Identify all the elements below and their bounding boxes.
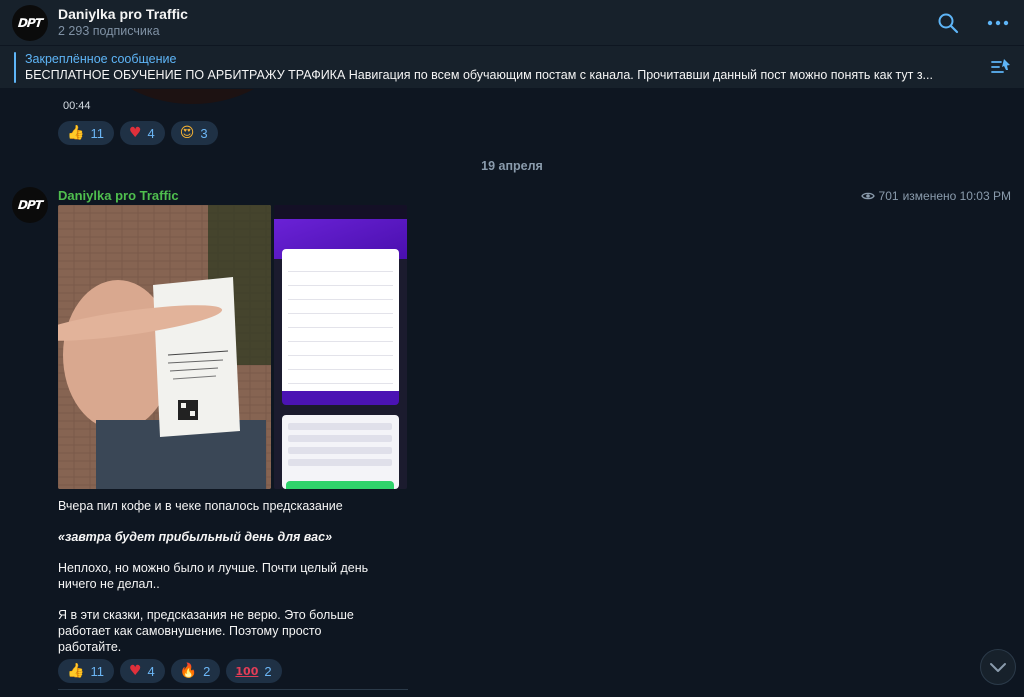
phone-status-bar (274, 205, 407, 219)
channel-logo: DPT (17, 16, 43, 30)
pinned-list-button[interactable] (990, 56, 1012, 78)
scroll-to-bottom-button[interactable] (980, 649, 1016, 685)
previous-message-time: 00:44 (63, 100, 91, 112)
reaction-count: 2 (264, 663, 272, 679)
reaction-count: 2 (203, 663, 211, 679)
reaction-heart-eyes[interactable]: 😍 3 (170, 121, 218, 145)
channel-title[interactable]: Daniylka pro Traffic (58, 6, 188, 22)
receipt-photo[interactable] (58, 205, 271, 489)
reaction-heart[interactable]: ♥ 4 (119, 659, 165, 683)
fire-icon: 🔥 (179, 663, 198, 679)
previous-reactions: 👍 11 ♥ 4 😍 3 (58, 121, 218, 145)
pinned-list-icon (991, 59, 1010, 73)
reaction-count: 4 (147, 663, 155, 679)
chat-header: DPT Daniylka pro Traffic 2 293 подписчик… (0, 0, 1024, 46)
reaction-count: 11 (90, 663, 104, 679)
reaction-like[interactable]: 👍 11 (58, 121, 114, 145)
channel-logo: DPT (17, 198, 43, 212)
search-icon (938, 13, 959, 34)
more-icon (987, 20, 1009, 26)
previous-media-edge (95, 89, 290, 104)
reaction-count: 11 (90, 125, 104, 141)
filters-panel (282, 415, 399, 489)
message-quote: «завтра будет прибыльный день для вас» (58, 530, 333, 544)
stats-card (282, 249, 399, 399)
pinned-message-bar[interactable]: Закреплённое сообщение БЕСПЛАТНОЕ ОБУЧЕН… (0, 46, 1024, 89)
reaction-count: 4 (147, 125, 155, 141)
pinned-label: Закреплённое сообщение (25, 52, 177, 66)
more-button[interactable] (984, 9, 1012, 37)
message-meta: 701 изменено 10:03 PM (860, 189, 1011, 203)
message-text-3: Неплохо, но можно было и лучше. Почти це… (58, 561, 369, 591)
message-list[interactable]: 00:44 👍 11 ♥ 4 😍 3 19 апреля DPT Daniylk… (0, 89, 1024, 697)
thumbs-up-icon: 👍 (67, 663, 85, 679)
pinned-indicator (14, 52, 16, 83)
channel-avatar[interactable]: DPT (12, 5, 48, 41)
author-avatar[interactable]: DPT (12, 187, 48, 223)
chevron-down-icon (990, 663, 1006, 672)
message-author[interactable]: Daniylka pro Traffic (58, 188, 179, 203)
dashboard-action-bar (286, 481, 394, 489)
pinned-text: БЕСПЛАТНОЕ ОБУЧЕНИЕ ПО АРБИТРАЖУ ТРАФИКА… (25, 68, 933, 82)
heart-icon: ♥ (128, 125, 142, 141)
date-separator: 19 апреля (481, 159, 543, 173)
view-count: 701 (878, 189, 899, 203)
reaction-fire[interactable]: 🔥 2 (170, 659, 221, 683)
thumbs-up-icon: 👍 (67, 125, 85, 141)
reaction-count: 3 (200, 125, 208, 141)
reaction-hundred[interactable]: 100 2 (226, 659, 282, 683)
hundred-points-icon: 100 (235, 664, 259, 678)
subscriber-count: 2 293 подписчика (58, 24, 160, 38)
message-reactions: 👍 11 ♥ 4 🔥 2 100 2 (58, 659, 282, 683)
search-button[interactable] (934, 9, 962, 37)
message-text-1: Вчера пил кофе и в чеке попалось предска… (58, 499, 343, 513)
reaction-like[interactable]: 👍 11 (58, 659, 114, 683)
edited-time: изменено 10:03 PM (902, 189, 1011, 203)
stats-footer (282, 391, 399, 405)
message-text-4: Я в эти сказки, предсказания не верю. Эт… (58, 608, 354, 654)
reaction-heart[interactable]: ♥ 4 (119, 121, 165, 145)
views-eye-icon (860, 192, 875, 200)
heart-eyes-icon: 😍 (179, 125, 195, 141)
heart-icon: ♥ (128, 663, 142, 679)
dashboard-screenshot[interactable] (274, 205, 407, 489)
message-divider (58, 689, 408, 690)
